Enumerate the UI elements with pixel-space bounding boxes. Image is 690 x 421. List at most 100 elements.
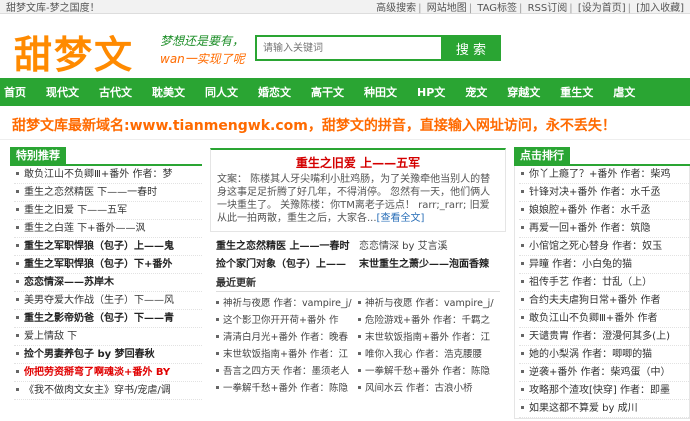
nav-hp[interactable]: HP文	[417, 84, 445, 100]
bullet-icon	[16, 243, 19, 247]
list-item[interactable]: 重生之旧爱 下——五军	[14, 202, 202, 220]
list-item[interactable]: 吾言之四方天 作者：墨须老人	[216, 363, 358, 380]
list-item[interactable]: 合约夫夫虐狗日常+番外 作者	[519, 292, 689, 310]
list-item[interactable]: 神祈与夜愿 作者：vampire_j/	[358, 295, 500, 312]
nav-pampering[interactable]: 宠文	[465, 84, 487, 100]
mid-link[interactable]: 末世重生之萧少——泡面香辣	[359, 256, 502, 274]
list-item[interactable]: 唯你入我心 作者：浩克腰腰	[358, 346, 500, 363]
list-item[interactable]: 针锋对决+番外 作者：水千丞	[519, 184, 689, 202]
featured-title[interactable]: 重生之旧爱 上——五军	[217, 154, 499, 171]
list-item[interactable]: 她的小梨涡 作者：唧唧的猫	[519, 346, 689, 364]
nav-home[interactable]: 首页	[4, 84, 26, 100]
list-item-label: 合约夫夫虐狗日常+番外 作者	[529, 295, 661, 306]
bullet-icon	[521, 315, 524, 319]
list-item[interactable]: 娘娘腔+番外 作者：水千丞	[519, 202, 689, 220]
list-item[interactable]: 攻略那个渣攻[快穿] 作者：即墨	[519, 382, 689, 400]
list-item[interactable]: 异瞳 作者：小白兔的猫	[519, 256, 689, 274]
list-item[interactable]: 小倌馆之死心替身 作者：奴玉	[519, 238, 689, 256]
list-item[interactable]: 《我不做肉文女主》穿书/宠虐/调	[14, 382, 202, 400]
list-item-label: 重生之恋然精医 下——一春时	[24, 187, 158, 198]
bullet-icon	[16, 369, 19, 373]
site-logo[interactable]: 甜梦文	[14, 24, 134, 79]
list-item[interactable]: 危险游戏+番外 作者：千羁之	[358, 312, 500, 329]
nav-danmei[interactable]: 耽美文	[152, 84, 185, 100]
list-item[interactable]: 如果这都不算爱 by 成川	[519, 400, 689, 418]
list-item[interactable]: 神祈与夜愿 作者：vampire_j/	[216, 295, 358, 312]
slogan: 梦想还是要有， wan一实现了呢	[160, 32, 245, 68]
list-item-label: 神祈与夜愿 作者：vampire_j/	[365, 298, 494, 309]
list-item[interactable]: 重生之恋然精医 下——一春时	[14, 184, 202, 202]
nav-modern[interactable]: 现代文	[46, 84, 79, 100]
nav-ancient[interactable]: 古代文	[99, 84, 132, 100]
list-item[interactable]: 末世软饭指南+番外 作者：江	[216, 346, 358, 363]
advanced-search-link[interactable]: 高级搜索	[376, 3, 416, 14]
list-item-label: 敢负江山不负卿Ⅲ+番外 作者：梦	[24, 169, 173, 180]
bullet-icon	[16, 387, 19, 391]
search-button[interactable]: 搜 索	[441, 35, 501, 61]
list-item[interactable]: 天谴贵胄 作者：澄漫何其多(上)	[519, 328, 689, 346]
latest-title: 最近更新	[216, 276, 500, 292]
bullet-icon	[16, 315, 19, 319]
nav-rebirth[interactable]: 重生文	[560, 84, 593, 100]
list-item[interactable]: 恋恋情深——苏岸木	[14, 274, 202, 292]
rss-link[interactable]: RSS订阅	[528, 3, 568, 14]
search-input[interactable]	[255, 35, 441, 61]
list-item[interactable]: 敢负江山不负卿Ⅲ+番外 作者：梦	[14, 166, 202, 184]
tag-link[interactable]: TAG标签	[477, 3, 517, 14]
list-item-label: 如果这都不算爱 by 成川	[529, 403, 638, 414]
bullet-icon	[16, 279, 19, 283]
list-item[interactable]: 捡个男妻养包子 by 梦回春秋	[14, 346, 202, 364]
bullet-icon	[16, 189, 19, 193]
list-item[interactable]: 一拳解千愁+番外 作者：陈隐	[358, 363, 500, 380]
bullet-icon	[16, 333, 19, 337]
list-item-label: 攻略那个渣攻[快穿] 作者：即墨	[529, 385, 670, 396]
bullet-icon	[521, 405, 524, 409]
list-item[interactable]: 你把劳资掰弯了啊魂淡+番外 BY	[14, 364, 202, 382]
list-item[interactable]: 再爱一回+番外 作者：筑隐	[519, 220, 689, 238]
bullet-icon	[521, 171, 524, 175]
ranking-list: 你丫上瘾了？+番外 作者：柴鸡针锋对决+番外 作者：水千丞娘娘腔+番外 作者：水…	[514, 166, 690, 419]
list-item[interactable]: 爱上情敌 下	[14, 328, 202, 346]
mid-link[interactable]: 恋恋情深 by 艾言溪	[359, 238, 502, 256]
ranking-box: 点击排行 你丫上瘾了？+番外 作者：柴鸡 针锋对决+番外 作者：水千丞 娘娘腔+番外…	[514, 147, 690, 419]
list-item[interactable]: 逆袭+番外 作者：柴鸡蛋（中）	[519, 364, 689, 382]
read-more-link[interactable]: [查看全文]	[377, 213, 425, 224]
list-item[interactable]: 美男夺爱大作战（生子）下——风	[14, 292, 202, 310]
list-item[interactable]: 重生之军职悍狼（包子）下+番外	[14, 256, 202, 274]
recommend-title-bar: 特别推荐	[10, 147, 202, 166]
recommend-title: 特别推荐	[10, 147, 66, 164]
list-item[interactable]: 风间水云 作者：古浪小桥	[358, 380, 500, 397]
list-item[interactable]: 祖传手艺 作者：廿乱（上）	[519, 274, 689, 292]
set-homepage-link[interactable]: [设为首页]	[578, 3, 626, 14]
list-item[interactable]: 敢负江山不负卿Ⅲ+番外 作者	[519, 310, 689, 328]
list-item[interactable]: 重生之影帝奶爸（包子）下——青	[14, 310, 202, 328]
mid-link[interactable]: 重生之恋然精医 上——一春时	[216, 238, 359, 256]
list-item[interactable]: 你丫上瘾了？+番外 作者：柴鸡	[519, 166, 689, 184]
nav-time-travel[interactable]: 穿越文	[507, 84, 540, 100]
bullet-icon	[216, 386, 219, 389]
list-item-label: 针锋对决+番外 作者：水千丞	[529, 187, 661, 198]
list-item-label: 清清白月光+番外 作者：晚春	[223, 332, 348, 343]
bullet-icon	[358, 386, 361, 389]
list-item[interactable]: 清清白月光+番外 作者：晚春	[216, 329, 358, 346]
list-item[interactable]: 一拳解千愁+番外 作者：陈隐	[216, 380, 358, 397]
mid-links: 重生之恋然精医 上——一春时 恋恋情深 by 艾言溪 捡个家门对象（包子）上——…	[210, 232, 506, 274]
list-item[interactable]: 重生之白莲 下+番外——沨	[14, 220, 202, 238]
bullet-icon	[358, 352, 361, 355]
list-item-label: 捡个男妻养包子 by 梦回春秋	[24, 349, 155, 360]
list-item-label: 天谴贵胄 作者：澄漫何其多(上)	[529, 331, 670, 342]
list-item-label: 唯你入我心 作者：浩克腰腰	[365, 349, 483, 360]
add-favorite-link[interactable]: [加入收藏]	[636, 3, 684, 14]
list-item[interactable]: 这个影卫你开开荷+番外 作	[216, 312, 358, 329]
list-item-label: 再爱一回+番外 作者：筑隐	[529, 223, 651, 234]
nav-fanfic[interactable]: 同人文	[205, 84, 238, 100]
site-map-link[interactable]: 网站地图	[427, 3, 467, 14]
list-item[interactable]: 末世软饭指南+番外 作者：江	[358, 329, 500, 346]
nav-gaogan[interactable]: 高干文	[311, 84, 344, 100]
list-item[interactable]: 重生之军职悍狼（包子）上——鬼	[14, 238, 202, 256]
mid-link[interactable]: 捡个家门对象（包子）上——	[216, 256, 359, 274]
nav-marriage[interactable]: 婚恋文	[258, 84, 291, 100]
bullet-icon	[521, 207, 524, 211]
nav-angst[interactable]: 虐文	[613, 84, 635, 100]
nav-farming[interactable]: 种田文	[364, 84, 397, 100]
